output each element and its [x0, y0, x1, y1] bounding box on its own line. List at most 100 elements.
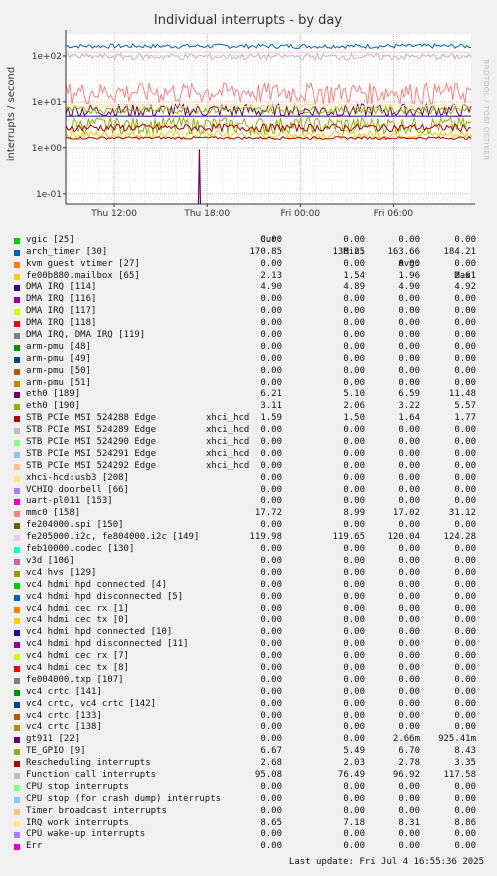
legend-cur-value: 0.00	[260, 805, 282, 816]
legend-avg-value: 1.96	[398, 270, 420, 281]
x-tick-label: Thu 18:00	[183, 209, 230, 219]
legend-swatch	[14, 558, 20, 565]
legend-label: DMA IRQ [118]	[26, 318, 97, 329]
legend-min-value: 0.00	[343, 460, 365, 471]
legend-avg-value: 0.00	[398, 710, 420, 721]
legend-avg-value: 0.00	[398, 520, 420, 531]
legend-swatch	[14, 701, 20, 708]
legend-min-value: 8.99	[343, 508, 365, 519]
legend-row: vc4 hvs [129] 0.00 0.00 0.00 0.00	[0, 568, 497, 580]
legend-swatch	[14, 404, 20, 411]
legend-label: vc4 hdmi cec tx [8]	[26, 662, 129, 673]
legend-label: feb10000.codec [130]	[26, 544, 135, 555]
legend-cur-value: 170.85	[249, 246, 282, 257]
legend-max-value: 0.00	[454, 330, 476, 341]
legend-label: DMA IRQ [114]	[26, 282, 97, 293]
legend-max-value: 0.00	[454, 377, 476, 388]
legend-swatch	[14, 570, 20, 577]
legend-cur-value: 0.00	[260, 615, 282, 626]
legend-min-value: 0.00	[343, 579, 365, 590]
legend-max-value: 3.35	[454, 758, 476, 769]
legend-min-value: 0.00	[343, 234, 365, 245]
legend-cur-value: 3.11	[260, 401, 282, 412]
legend-row: DMA IRQ [117] 0.00 0.00 0.00 0.00	[0, 306, 497, 318]
legend-row: STB PCIe MSI 524292 Edge xhci_hcd 0.00 0.00…	[0, 461, 497, 473]
legend-avg-value: 0.00	[398, 377, 420, 388]
legend-label: CPU stop (for crash dump) interrupts	[26, 793, 222, 804]
legend-swatch	[14, 380, 20, 387]
legend-swatch	[14, 511, 20, 518]
legend-avg-value: 0.00	[398, 841, 420, 852]
legend-cur-value: 6.67	[260, 746, 282, 757]
legend-row: STB PCIe MSI 524288 Edge xhci_hcd 1.59 1.50…	[0, 413, 497, 425]
legend-row: arm-pmu [50] 0.00 0.00 0.00 0.00	[0, 366, 497, 378]
legend-cur-value: 0.00	[260, 639, 282, 650]
rrdtool-watermark: RRDTOOL / TOBI OETIKER	[482, 59, 490, 160]
legend-label: vc4 hdmi hpd connected [10]	[26, 627, 173, 638]
legend-label: vc4 crtc [138]	[26, 722, 102, 733]
legend-row: DMA IRQ, DMA IRQ [119] 0.00 0.00 0.00 0.00	[0, 330, 497, 342]
legend-max-value: 0.00	[454, 365, 476, 376]
legend-avg-value: 0.00	[398, 829, 420, 840]
legend-avg-value: 0.00	[398, 318, 420, 329]
legend-swatch	[14, 416, 20, 423]
legend-cur-value: 1.59	[260, 413, 282, 424]
legend-swatch	[14, 844, 20, 851]
legend-label: vc4 hdmi hpd disconnected [11]	[26, 639, 189, 650]
legend-min-value: 0.00	[343, 639, 365, 650]
legend-label: kvm guest vtimer [27]	[26, 258, 140, 269]
legend-label: vc4 hvs [129]	[26, 567, 97, 578]
legend-avg-value: 0.00	[398, 330, 420, 341]
legend-max-value: 0.00	[454, 425, 476, 436]
legend-swatch	[14, 582, 20, 589]
legend-avg-value: 2.78	[398, 758, 420, 769]
legend-swatch	[14, 475, 20, 482]
legend-avg-value: 0.00	[398, 341, 420, 352]
legend-row: DMA IRQ [114] 4.90 4.89 4.90 4.92	[0, 282, 497, 294]
legend-label: fe004000.txp [107]	[26, 674, 124, 685]
legend-cur-value: 0.00	[260, 555, 282, 566]
legend-swatch	[14, 356, 20, 363]
legend-row: VCHIQ doorbell [66] 0.00 0.00 0.00 0.00	[0, 485, 497, 497]
legend-header: Cur: Min: Avg: Max:	[0, 223, 497, 281]
legend-min-value: 0.00	[343, 555, 365, 566]
legend-min-value: 0.00	[343, 686, 365, 697]
legend-avg-value: 0.00	[398, 793, 420, 804]
legend-row: fe00b880.mailbox [65] 2.13 1.54 1.96 2.61	[0, 271, 497, 283]
legend-label: DMA IRQ [116]	[26, 294, 97, 305]
legend-row: arm-pmu [48] 0.00 0.00 0.00 0.00	[0, 342, 497, 354]
legend-cur-value: 2.68	[260, 758, 282, 769]
legend-cur-value: 0.00	[260, 722, 282, 733]
legend-label: CPU stop interrupts	[26, 781, 129, 792]
legend-cur-value: 17.72	[254, 508, 282, 519]
legend-avg-value: 3.22	[398, 401, 420, 412]
legend-swatch	[14, 689, 20, 696]
legend-min-value: 138.25	[332, 246, 365, 257]
legend-swatch	[14, 832, 20, 839]
legend-avg-value: 1.64	[398, 413, 420, 424]
legend-label: v3d [106]	[26, 555, 75, 566]
legend-row: vc4 crtc [141] 0.00 0.00 0.00 0.00	[0, 687, 497, 699]
legend-avg-value: 6.59	[398, 389, 420, 400]
legend-min-value: 1.54	[343, 270, 365, 281]
legend-max-value: 0.00	[454, 603, 476, 614]
legend-avg-value: 0.00	[398, 496, 420, 507]
legend-avg-value: 120.04	[387, 532, 420, 543]
legend-min-value: 76.49	[337, 769, 365, 780]
legend-min-value: 0.00	[343, 651, 365, 662]
legend-cur-value: 0.00	[260, 377, 282, 388]
legend-min-value: 0.00	[343, 615, 365, 626]
legend-cur-value: 0.00	[260, 258, 282, 269]
legend-min-value: 0.00	[343, 674, 365, 685]
legend-row: feb10000.codec [130] 0.00 0.00 0.00 0.00	[0, 544, 497, 556]
legend-cur-value: 0.00	[260, 448, 282, 459]
legend-label: vc4 crtc [141]	[26, 686, 102, 697]
legend-swatch	[14, 368, 20, 375]
legend-swatch	[14, 606, 20, 613]
legend-max-value: 8.86	[454, 817, 476, 828]
legend-label: vc4 hdmi cec tx [0]	[26, 615, 129, 626]
legend-min-value: 0.00	[343, 425, 365, 436]
legend-swatch	[14, 487, 20, 494]
legend-max-value: 0.00	[454, 662, 476, 673]
legend-avg-value: 163.66	[387, 246, 420, 257]
